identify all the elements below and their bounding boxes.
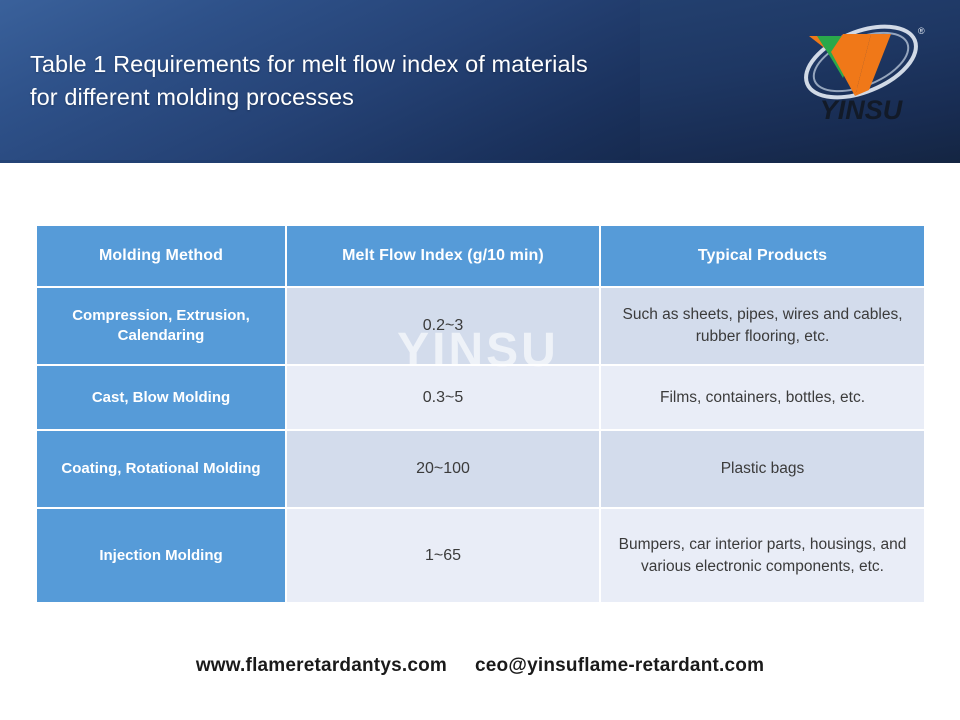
cell-method: Cast, Blow Molding: [36, 365, 286, 430]
registered-mark-icon: ®: [918, 26, 925, 36]
footer-website[interactable]: www.flameretardantys.com: [196, 655, 447, 676]
column-header-molding-method: Molding Method: [36, 225, 286, 287]
cell-typical-products: Plastic bags: [600, 430, 925, 508]
cell-typical-products: Films, containers, bottles, etc.: [600, 365, 925, 430]
cell-melt-flow-index: 20~100: [286, 430, 600, 508]
footer-email[interactable]: ceo@yinsuflame-retardant.com: [475, 655, 764, 676]
column-header-typical-products: Typical Products: [600, 225, 925, 287]
cell-method: Coating, Rotational Molding: [36, 430, 286, 508]
table-header-row: Molding Method Melt Flow Index (g/10 min…: [36, 225, 925, 287]
page-title: Table 1 Requirements for melt flow index…: [30, 51, 588, 110]
table-row: Compression, Extrusion, Calendaring 0.2~…: [36, 287, 925, 365]
slide-canvas: Table 1 Requirements for melt flow index…: [0, 0, 960, 720]
requirements-table: Molding Method Melt Flow Index (g/10 min…: [36, 225, 925, 603]
header-banner: Table 1 Requirements for melt flow index…: [0, 0, 960, 163]
yinsu-logo: ® YINSU: [787, 18, 935, 128]
cell-method: Injection Molding: [36, 508, 286, 603]
table-row: Injection Molding 1~65 Bumpers, car inte…: [36, 508, 925, 603]
cell-melt-flow-index: 0.3~5: [286, 365, 600, 430]
logo-wordmark: YINSU: [820, 95, 904, 125]
cell-typical-products: Bumpers, car interior parts, housings, a…: [600, 508, 925, 603]
table-row: Coating, Rotational Molding 20~100 Plast…: [36, 430, 925, 508]
cell-melt-flow-index: 0.2~3: [286, 287, 600, 365]
cell-typical-products: Such as sheets, pipes, wires and cables,…: [600, 287, 925, 365]
cell-melt-flow-index: 1~65: [286, 508, 600, 603]
cell-method: Compression, Extrusion, Calendaring: [36, 287, 286, 365]
footer-contact: www.flameretardantys.com ceo@yinsuflame-r…: [0, 655, 960, 677]
column-header-melt-flow-index: Melt Flow Index (g/10 min): [286, 225, 600, 287]
table-row: Cast, Blow Molding 0.3~5 Films, containe…: [36, 365, 925, 430]
